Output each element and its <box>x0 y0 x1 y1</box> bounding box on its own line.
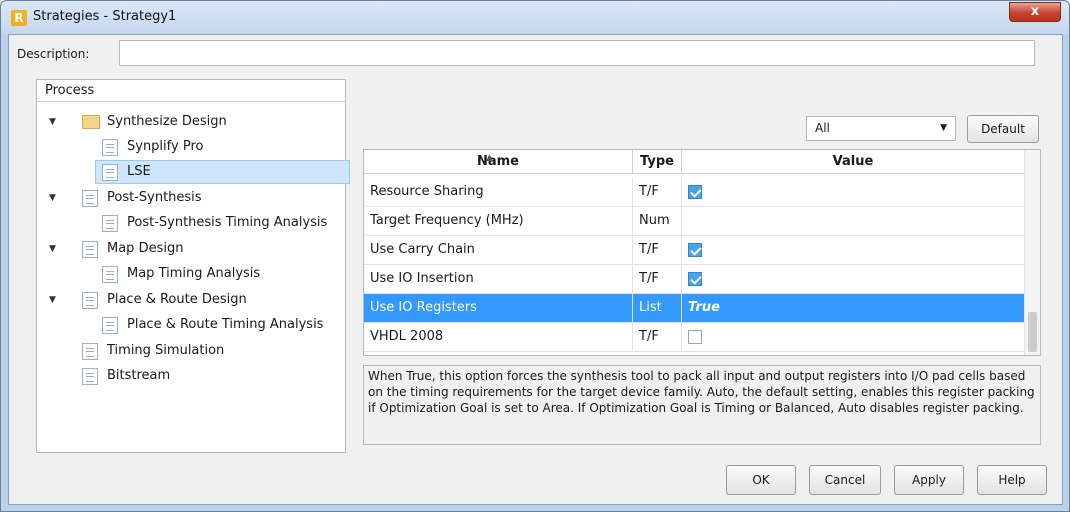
tree-item-label: Bitstream <box>107 368 171 383</box>
title-bar[interactable]: R Strategies - Strategy1 x <box>1 1 1069 35</box>
sort-ascending-icon: ▲ <box>486 153 493 163</box>
scrollbar-thumb[interactable] <box>1028 312 1037 352</box>
default-button[interactable]: Default <box>967 115 1039 143</box>
tree-item-post-synthesis[interactable]: ▼ Post-Synthesis <box>37 186 345 210</box>
tree-item-map-timing[interactable]: Map Timing Analysis <box>37 262 345 286</box>
expand-arrow-icon[interactable]: ▼ <box>49 237 59 261</box>
property-value[interactable] <box>682 207 1025 235</box>
property-value[interactable] <box>682 265 1025 293</box>
property-type: List <box>633 294 682 322</box>
document-icon <box>82 292 98 309</box>
tree-item-label: Post-Synthesis Timing Analysis <box>127 215 328 230</box>
filter-selected-value: All <box>815 121 830 135</box>
checkbox[interactable] <box>688 272 702 286</box>
strategies-dialog: R Strategies - Strategy1 x Description: … <box>0 0 1070 512</box>
property-value[interactable] <box>682 323 1025 351</box>
tree-item-label: LSE <box>127 164 151 179</box>
tree-item-post-synthesis-timing[interactable]: Post-Synthesis Timing Analysis <box>37 211 345 235</box>
property-name: Target Frequency (MHz) <box>364 207 633 235</box>
property-value[interactable] <box>682 236 1025 264</box>
expand-arrow-icon[interactable]: ▼ <box>49 288 59 312</box>
tree-item-label: Timing Simulation <box>107 343 225 358</box>
tree-item-label: Map Design <box>107 241 184 256</box>
table-row-selected[interactable]: Use IO Registers List True <box>364 294 1025 323</box>
property-type: T/F <box>633 236 682 264</box>
table-row[interactable]: Target Frequency (MHz) Num <box>364 207 1025 236</box>
property-name: Use IO Insertion <box>364 265 633 293</box>
tree-item-lse[interactable]: LSE <box>95 160 350 184</box>
tree-item-label: Map Timing Analysis <box>127 266 261 281</box>
cancel-button[interactable]: Cancel <box>809 465 881 495</box>
process-tree: Process ▼ Synthesize Design Synplify Pro… <box>36 79 350 453</box>
table-row[interactable]: VHDL 2008 T/F <box>364 323 1025 352</box>
column-header-type[interactable]: Type <box>633 150 682 174</box>
checkbox[interactable] <box>688 185 702 199</box>
document-icon <box>102 215 118 232</box>
table-row[interactable]: Use Carry Chain T/F <box>364 236 1025 265</box>
property-name: Use Carry Chain <box>364 236 633 264</box>
property-name: Use IO Registers <box>364 294 633 322</box>
column-header-name[interactable]: ▲ Name <box>364 150 633 174</box>
description-input[interactable] <box>119 40 1035 66</box>
vertical-scrollbar[interactable] <box>1024 150 1040 355</box>
property-type: T/F <box>633 265 682 293</box>
tree-item-synthesize-design[interactable]: ▼ Synthesize Design <box>37 110 345 134</box>
description-label: Description: <box>17 47 90 61</box>
tree-item-synplify-pro[interactable]: Synplify Pro <box>37 135 345 159</box>
dropdown-arrow-icon: ▼ <box>940 123 947 133</box>
document-icon <box>102 139 118 156</box>
document-icon <box>102 164 118 181</box>
tree-item-bitstream[interactable]: Bitstream <box>37 364 345 388</box>
tree-item-label: Place & Route Design <box>107 292 247 307</box>
close-button[interactable]: x <box>1009 2 1061 22</box>
tree-item-label: Post-Synthesis <box>107 190 202 205</box>
expand-arrow-icon[interactable]: ▼ <box>49 186 59 210</box>
property-type: Num <box>633 207 682 235</box>
property-value[interactable]: True <box>682 294 1025 322</box>
document-icon <box>82 190 98 207</box>
property-name: Resource Sharing <box>364 178 633 206</box>
help-button[interactable]: Help <box>977 465 1047 495</box>
column-header-value[interactable]: Value <box>682 150 1025 174</box>
properties-table: ▲ Name Type Value Resource Sharing T/F T… <box>363 149 1041 356</box>
document-icon <box>102 317 118 334</box>
ok-button[interactable]: OK <box>726 465 796 495</box>
expand-arrow-icon[interactable]: ▼ <box>49 110 59 134</box>
filter-select[interactable]: All ▼ <box>806 116 956 141</box>
tree-item-label: Synthesize Design <box>107 114 227 129</box>
property-name: VHDL 2008 <box>364 323 633 351</box>
tree-item-label: Synplify Pro <box>127 139 204 154</box>
document-icon <box>102 266 118 283</box>
document-icon <box>82 343 98 360</box>
window-title: Strategies - Strategy1 <box>33 9 177 24</box>
document-icon <box>82 241 98 258</box>
checkbox[interactable] <box>688 330 702 344</box>
property-value[interactable] <box>682 178 1025 206</box>
app-icon: R <box>11 10 27 26</box>
table-row[interactable]: Resource Sharing T/F <box>364 178 1025 207</box>
folder-icon <box>82 115 100 129</box>
property-type: T/F <box>633 178 682 206</box>
tree-item-label: Place & Route Timing Analysis <box>127 317 324 332</box>
apply-button[interactable]: Apply <box>894 465 964 495</box>
tree-item-place-route-timing[interactable]: Place & Route Timing Analysis <box>37 313 345 337</box>
document-icon <box>82 368 98 385</box>
process-tree-header: Process <box>37 80 345 102</box>
property-type: T/F <box>633 323 682 351</box>
checkbox[interactable] <box>688 243 702 257</box>
table-row[interactable]: Use IO Insertion T/F <box>364 265 1025 294</box>
tree-item-timing-simulation[interactable]: Timing Simulation <box>37 339 345 363</box>
tree-item-place-route-design[interactable]: ▼ Place & Route Design <box>37 288 345 312</box>
tree-item-map-design[interactable]: ▼ Map Design <box>37 237 345 261</box>
property-description: When True, this option forces the synthe… <box>363 365 1041 445</box>
